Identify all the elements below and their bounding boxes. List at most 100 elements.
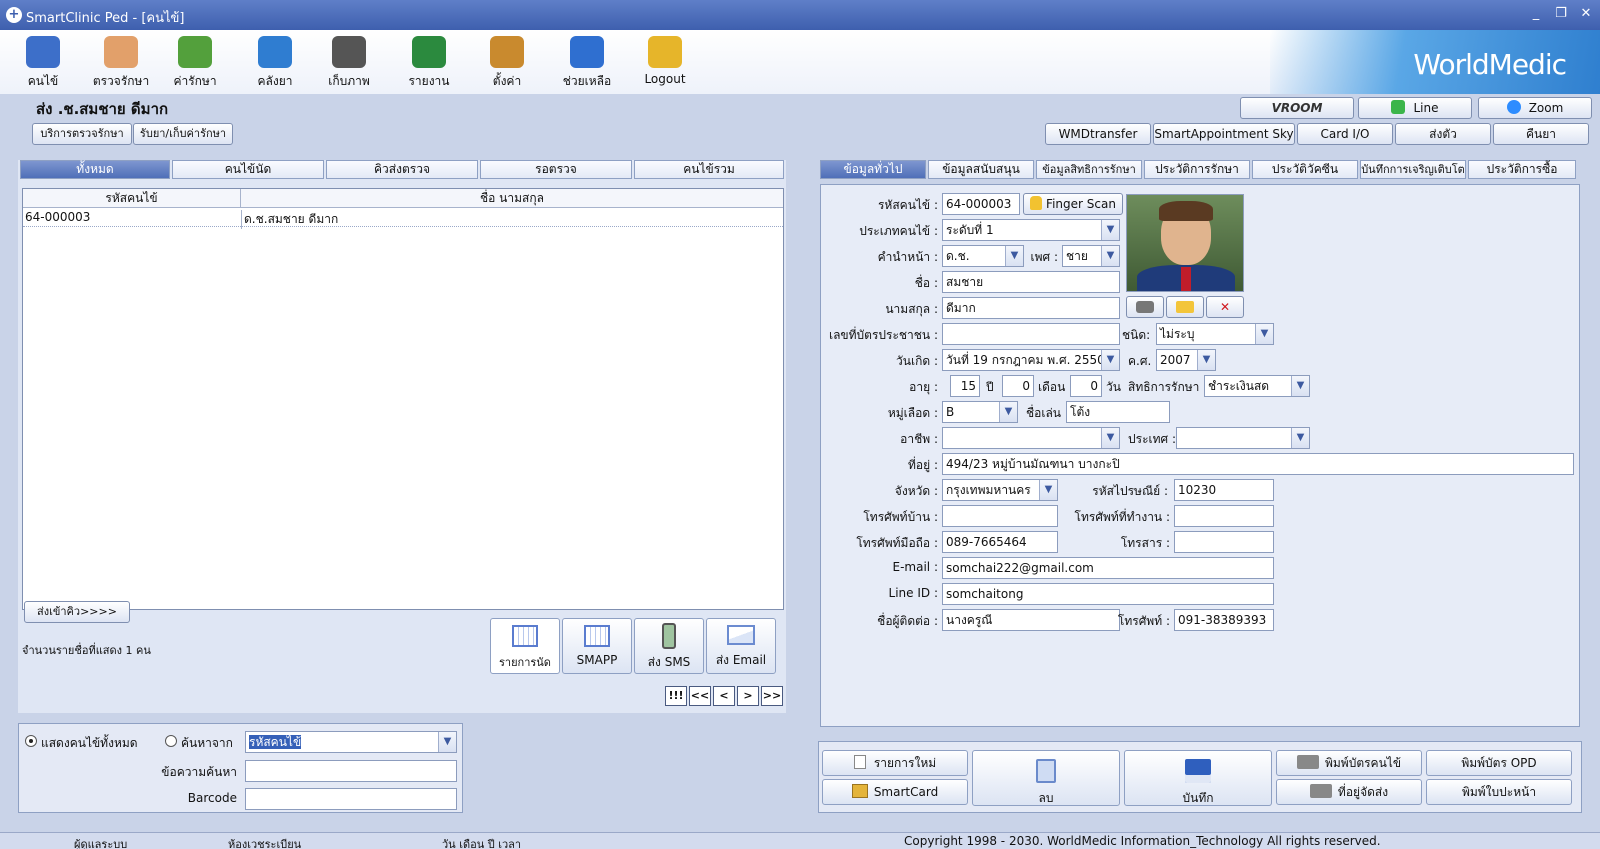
rights-select[interactable]: ชำระเงินสด ▼ <box>1204 375 1310 397</box>
id-card-input[interactable] <box>942 323 1120 345</box>
smartappointment-button[interactable]: SmartAppointment Sky <box>1153 123 1295 145</box>
search-from-radio[interactable] <box>165 735 177 747</box>
contact-phone-input[interactable]: 091-38389393 <box>1174 609 1274 631</box>
search-field-select[interactable]: รหัสคนไข้ ▼ <box>245 731 457 753</box>
line-id-input[interactable]: somchaitong <box>942 583 1274 605</box>
toolbar-button-0[interactable]: คนไข้ <box>8 32 78 92</box>
toolbar-button-4[interactable]: เก็บภาพ <box>314 32 384 92</box>
toolbar-button-7[interactable]: ช่วยเหลือ <box>552 32 622 92</box>
col-header-hn[interactable]: รหัสคนไข้ <box>23 189 241 208</box>
wmdtransfer-button[interactable]: WMDtransfer <box>1045 123 1151 145</box>
toolbar-button-2[interactable]: ค่ารักษา <box>160 32 230 92</box>
id-kind-select[interactable]: ไม่ระบุ ▼ <box>1156 323 1274 345</box>
delete-button[interactable]: ลบ <box>972 750 1120 806</box>
tab-growth[interactable]: บันทึกการเจริญเติบโต <box>1360 160 1466 179</box>
card-io-button[interactable]: Card I/O <box>1297 123 1393 145</box>
age-months-input[interactable]: 0 <box>1002 375 1034 397</box>
nav-prev-button[interactable]: < <box>713 686 735 706</box>
save-button[interactable]: บันทึก <box>1124 750 1272 806</box>
nav-refresh-button[interactable]: !!! <box>665 686 687 706</box>
folder-button[interactable] <box>1166 296 1204 318</box>
id-kind-value: ไม่ระบุ <box>1160 327 1195 341</box>
last-name-input[interactable]: ดีมาก <box>942 297 1120 319</box>
address-label: ที่อยู่ : <box>907 458 938 472</box>
barcode-input[interactable] <box>245 788 457 810</box>
toolbar-button-6[interactable]: ตั้งค่า <box>472 32 542 92</box>
service-button[interactable]: บริการตรวจรักษา <box>32 123 132 145</box>
col-header-name[interactable]: ชื่อ นามสกุล <box>241 189 783 208</box>
zoom-button[interactable]: Zoom <box>1478 97 1592 119</box>
shipping-address-button[interactable]: ที่อยู่จัดส่ง <box>1276 779 1422 805</box>
ce-label: ค.ศ. <box>1128 354 1152 368</box>
restore-button[interactable]: ❐ <box>1550 5 1572 23</box>
fax-input[interactable] <box>1174 531 1274 553</box>
hn-input[interactable]: 64-000003 <box>942 193 1020 215</box>
print-patient-card-button[interactable]: พิมพ์บัตรคนไข้ <box>1276 750 1422 776</box>
country-select[interactable]: ▼ <box>1176 427 1310 449</box>
mobile-input[interactable]: 089-7665464 <box>942 531 1058 553</box>
close-button[interactable]: ✕ <box>1575 5 1597 23</box>
send-patient-button[interactable]: ส่งตัว <box>1395 123 1491 145</box>
toolbar-button-5[interactable]: รายงาน <box>394 32 464 92</box>
tab-purchase[interactable]: ประวัติการซื้อ <box>1468 160 1576 179</box>
tab-support[interactable]: ข้อมูลสนับสนุน <box>928 160 1034 179</box>
age-days-input[interactable]: 0 <box>1070 375 1102 397</box>
contact-input[interactable]: นางครูณี <box>942 609 1120 631</box>
tab-waiting[interactable]: รอตรวจ <box>480 160 632 179</box>
sex-select[interactable]: ชาย ▼ <box>1062 245 1120 267</box>
nickname-input[interactable]: โต้ง <box>1066 401 1170 423</box>
first-name-input[interactable]: สมชาย <box>942 271 1120 293</box>
age-years-input[interactable]: 15 <box>950 375 980 397</box>
tab-all[interactable]: ทั้งหมด <box>20 160 170 179</box>
province-select[interactable]: กรุงเทพมหานคร ▼ <box>942 479 1058 501</box>
new-record-button[interactable]: รายการใหม่ <box>822 750 968 776</box>
print-cover-sheet-button[interactable]: พิมพ์ใบปะหน้า <box>1426 779 1572 805</box>
email-input[interactable]: somchai222@gmail.com <box>942 557 1274 579</box>
tab-queue[interactable]: คิวส่งตรวจ <box>326 160 478 179</box>
print-opd-card-button[interactable]: พิมพ์บัตร OPD <box>1426 750 1572 776</box>
blood-select[interactable]: B ▼ <box>942 401 1018 423</box>
table-row[interactable]: 64-000003 ด.ช.สมชาย ดีมาก <box>23 209 783 229</box>
smartcard-button[interactable]: SmartCard <box>822 779 968 805</box>
send-queue-button[interactable]: ส่งเข้าคิว>>>> <box>24 601 130 623</box>
cell-name: ด.ช.สมชาย ดีมาก <box>241 210 338 229</box>
brand-logo: WorldMedic <box>1413 48 1567 81</box>
minimize-button[interactable]: _ <box>1525 5 1547 23</box>
tab-combined[interactable]: คนไข้รวม <box>634 160 784 179</box>
send-email-button[interactable]: ส่ง Email <box>706 618 776 674</box>
send-sms-button[interactable]: ส่ง SMS <box>634 618 704 674</box>
toolbar-button-1[interactable]: ตรวจรักษา <box>86 32 156 92</box>
birthdate-picker[interactable]: วันที่ 19 กรกฎาคม พ.ศ. 2550 ▼ <box>942 349 1120 371</box>
receive-button[interactable]: รับยา/เก็บค่ารักษา <box>133 123 233 145</box>
toolbar-button-3[interactable]: คลังยา <box>240 32 310 92</box>
delete-photo-button[interactable]: ✕ <box>1206 296 1244 318</box>
vroom-button[interactable]: VROOM <box>1240 97 1354 119</box>
nav-first-button[interactable]: << <box>689 686 711 706</box>
toolbar-button-8[interactable]: Logout <box>630 32 700 92</box>
finger-scan-button[interactable]: Finger Scan <box>1023 193 1123 215</box>
printer-icon <box>1296 755 1319 769</box>
nav-next-button[interactable]: > <box>737 686 759 706</box>
tab-appointment[interactable]: คนไข้นัด <box>172 160 324 179</box>
appointment-list-button[interactable]: รายการนัด <box>490 618 560 674</box>
show-all-radio[interactable] <box>25 735 37 747</box>
tab-history[interactable]: ประวัติการรักษา <box>1144 160 1250 179</box>
return-drug-button[interactable]: คืนยา <box>1493 123 1589 145</box>
work-phone-input[interactable] <box>1174 505 1274 527</box>
tab-general[interactable]: ข้อมูลทั่วไป <box>820 160 926 179</box>
line-button[interactable]: Line <box>1358 97 1472 119</box>
ce-year-select[interactable]: 2007 ▼ <box>1156 349 1216 371</box>
nav-last-button[interactable]: >> <box>761 686 783 706</box>
camera-button[interactable] <box>1126 296 1164 318</box>
search-text-input[interactable] <box>245 760 457 782</box>
home-phone-input[interactable] <box>942 505 1058 527</box>
zipcode-input[interactable]: 10230 <box>1174 479 1274 501</box>
patient-type-select[interactable]: ระดับที่ 1 ▼ <box>942 219 1120 241</box>
tab-rights[interactable]: ข้อมูลสิทธิการรักษา <box>1036 160 1142 179</box>
address-input[interactable]: 494/23 หมู่บ้านมัณฑนา บางกะปิ <box>942 453 1574 475</box>
months-unit-label: เดือน <box>1038 380 1066 394</box>
occupation-select[interactable]: ▼ <box>942 427 1120 449</box>
smapp-button[interactable]: SMAPP <box>562 618 632 674</box>
tab-vaccine[interactable]: ประวัติวัคซีน <box>1252 160 1358 179</box>
prefix-select[interactable]: ด.ช. ▼ <box>942 245 1024 267</box>
